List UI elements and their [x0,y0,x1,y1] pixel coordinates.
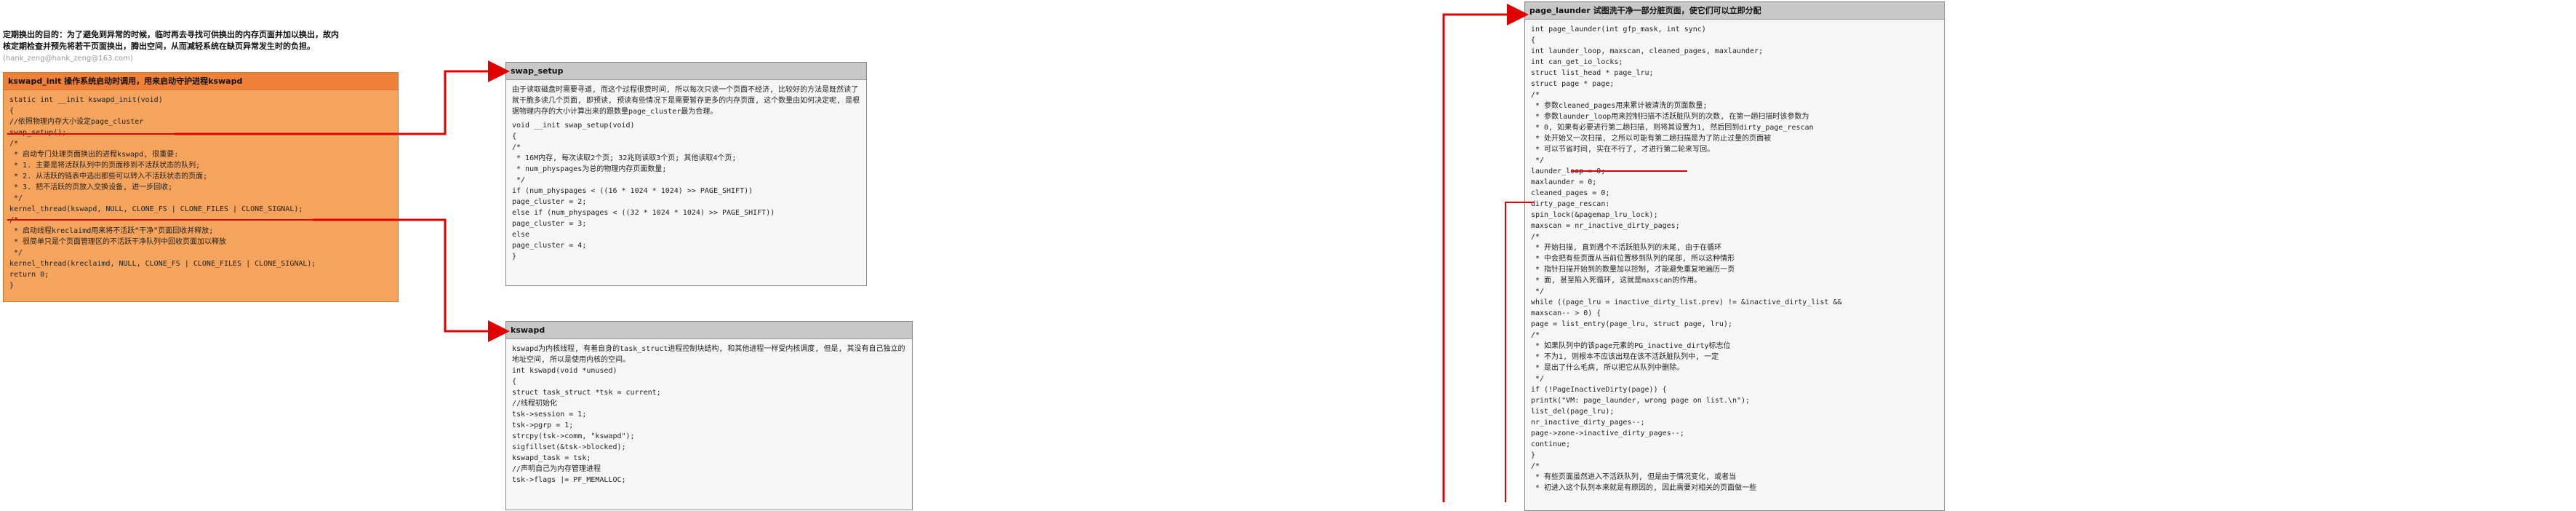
connector-kswapd [313,218,510,342]
connector-swap-setup [175,60,510,135]
connector-dirty-rescan [1505,202,1535,502]
connector-layer [7,4,1687,502]
connector-page-launder-top [1442,4,1529,502]
